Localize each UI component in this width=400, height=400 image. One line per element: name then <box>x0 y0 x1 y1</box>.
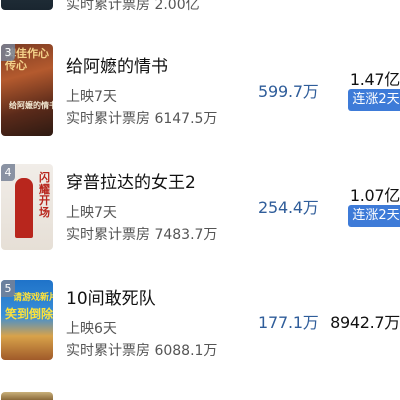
movie-poster: 闪耀开场 4 <box>1 164 53 250</box>
cumulative-box-office: 实时累计票房 2.00亿 <box>66 0 200 13</box>
movie-poster: 碑佳作心传心 给阿嬷的情书 3 <box>1 44 53 136</box>
movie-title: 10间敢死队 <box>66 289 156 309</box>
poster-title: 闪耀开场 <box>39 171 50 219</box>
movie-title: 给阿嬷的情书 <box>66 57 168 77</box>
cumulative-box-office: 实时累计票房 7483.7万 <box>66 227 218 243</box>
total-box-office: 1.07亿 <box>349 186 400 205</box>
movie-row[interactable]: 请游戏新片 笑到倒除 5 10间敢死队 上映6天 实时累计票房 6088.1万 … <box>0 276 400 372</box>
trend-badge: 连涨2天 <box>348 89 400 111</box>
poster-tagline: 笑到倒除 <box>5 307 53 321</box>
today-box-office: 177.1万 <box>258 313 319 332</box>
poster-title: 给阿嬷的情书 <box>9 101 53 110</box>
rank-badge: 3 <box>1 44 15 61</box>
trend-badge: 连涨2天 <box>348 205 400 227</box>
release-days: 上映7天 <box>66 205 117 221</box>
movie-title: 穿普拉达的女王2 <box>66 173 196 193</box>
poster-title: 请游戏新片 <box>13 293 53 303</box>
movie-row[interactable]: 闪耀开场 4 穿普拉达的女王2 上映7天 实时累计票房 7483.7万 254.… <box>0 158 400 258</box>
today-box-office: 599.7万 <box>258 82 319 101</box>
cumulative-box-office: 实时累计票房 6147.5万 <box>66 111 218 127</box>
today-box-office: 254.4万 <box>258 198 319 217</box>
movie-poster: 请游戏新片 笑到倒除 5 <box>1 280 53 360</box>
poster-figure <box>15 178 33 238</box>
cumulative-box-office: 实时累计票房 6088.1万 <box>66 343 218 359</box>
movie-poster <box>1 0 53 10</box>
release-days: 上映7天 <box>66 89 117 105</box>
total-box-office: 1.47亿 <box>349 70 400 89</box>
movie-row[interactable]: 碑佳作心传心 给阿嬷的情书 3 给阿嬷的情书 上映7天 实时累计票房 6147.… <box>0 40 400 140</box>
rank-badge: 5 <box>1 280 15 297</box>
rank-badge: 4 <box>1 164 15 181</box>
total-box-office: 8942.7万 <box>330 313 400 332</box>
next-movie-poster-partial <box>1 392 53 400</box>
release-days: 上映6天 <box>66 321 117 337</box>
top-partial-row[interactable]: 实时累计票房 2.00亿 <box>0 0 400 14</box>
